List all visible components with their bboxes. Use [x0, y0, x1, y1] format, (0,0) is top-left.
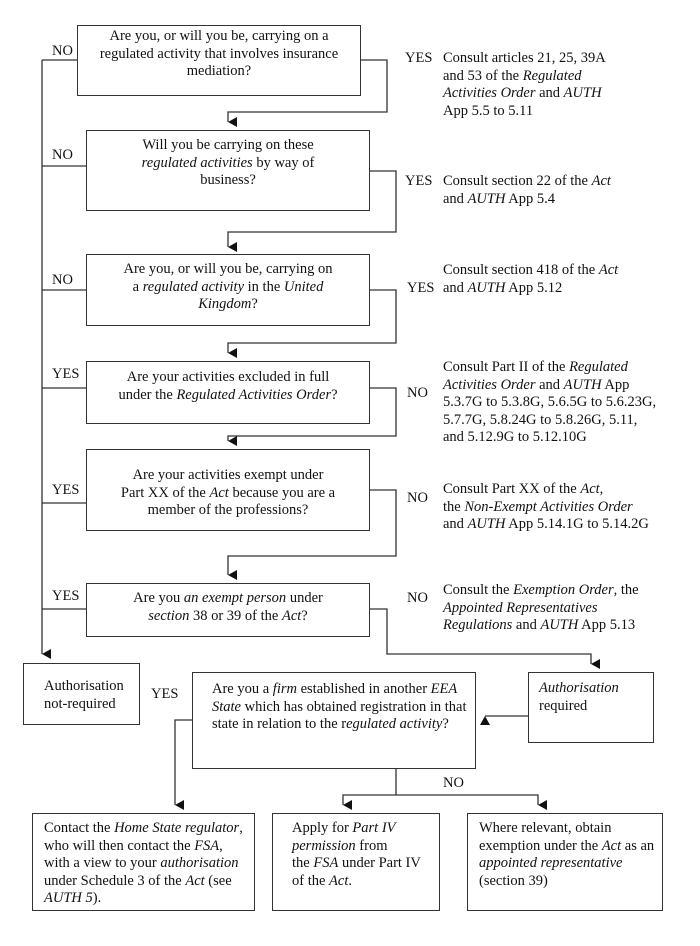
no-label: NO [443, 775, 464, 791]
guidance-note: Consult section 22 of the Act and AUTH Ap… [443, 173, 611, 207]
no-label: NO [52, 43, 73, 59]
defined-term: Regulations [443, 617, 513, 633]
outcome-text: Where relevant, obtain exemption under th… [479, 820, 655, 889]
no-label: NO [407, 490, 428, 506]
defined-term: Act [329, 872, 349, 889]
defined-term: Act [598, 262, 619, 278]
defined-term: Appointed Representatives [443, 599, 598, 616]
connector-eea-no-left [342, 794, 396, 810]
defined-term: Regulated [522, 67, 582, 84]
defined-term: AUTH [563, 376, 602, 393]
question-box-insurance-mediation: Are you, or will you be, carrying on a re… [77, 25, 361, 96]
question-text: Are your activities excluded in full unde… [118, 369, 338, 403]
defined-term: appointed representative [479, 855, 623, 871]
question-box-eea-firm: Are you a firm established in another EE… [192, 672, 476, 769]
yes-label: YES [405, 50, 433, 66]
question-box-exempt-professions: Are your activities exempt under Part XX … [86, 449, 370, 531]
defined-term: AUTH [467, 516, 506, 532]
yes-label: YES [52, 482, 80, 498]
guidance-note: Consult articles 21, 25, 39A and 53 of th… [443, 50, 606, 119]
defined-term: Exemption Order [513, 582, 614, 598]
defined-term: Home State regulator [114, 820, 240, 836]
question-text: Will you be carrying on these regulated a… [141, 137, 315, 188]
defined-term: State [212, 698, 241, 715]
defined-term: Activities Order [443, 376, 536, 393]
question-box-united-kingdom: Are you, or will you be, carrying on a re… [86, 254, 370, 326]
defined-term: Regulated Activities Order [176, 386, 332, 403]
yes-label: YES [405, 173, 433, 189]
defined-term: regulated activities [141, 154, 253, 171]
defined-term: Act [591, 173, 611, 189]
yes-label: YES [407, 280, 435, 296]
no-label: NO [52, 272, 73, 288]
no-label: NO [407, 385, 428, 401]
outcome-authorisation-not-required: Authorisation not-required [23, 663, 140, 725]
defined-term: an exempt person [183, 590, 287, 606]
no-label: NO [52, 147, 73, 163]
defined-term: egulated activity [346, 716, 443, 732]
defined-term: Part IV [352, 820, 396, 836]
outcome-part-iv-permission: Apply for Part IV permission from the FSA … [272, 813, 440, 911]
connector-eea-yes [174, 719, 192, 810]
defined-term: Act [185, 872, 205, 889]
guidance-note: Consult Part XX of the Act, the Non-Exemp… [443, 481, 649, 532]
defined-term: Act [209, 484, 229, 501]
yes-label: YES [151, 686, 179, 702]
outcome-text: Authorisation required [539, 680, 619, 714]
defined-term: EEA [430, 681, 458, 697]
defined-term: regulated activity [142, 278, 245, 295]
defined-term: Non-Exempt Activities Order [464, 498, 633, 515]
question-text: Are you, or will you be, carrying on a re… [99, 28, 339, 79]
defined-term: Kingdom [198, 296, 252, 312]
defined-term: firm [272, 681, 297, 697]
defined-term: AUTH [467, 279, 506, 296]
defined-term: Act [601, 837, 622, 854]
no-label: NO [407, 590, 428, 606]
defined-term: AUTH [563, 85, 602, 101]
outcome-text: Apply for Part IV permission from the FSA … [292, 820, 421, 889]
defined-term: United [283, 278, 324, 295]
defined-term: Act [281, 607, 302, 624]
question-text: Are you an exempt person under section 38… [133, 590, 323, 624]
defined-term: Regulated [569, 359, 628, 375]
outcome-text: Contact the Home State regulator, who wil… [44, 820, 243, 906]
guidance-note: Consult section 418 of the Act and AUTH A… [443, 262, 619, 296]
defined-term: Authorisation [539, 680, 619, 696]
question-text: Are you a firm established in another EE… [212, 681, 467, 732]
question-text: Are your activities exempt under Part XX … [120, 467, 336, 518]
defined-term: FSA [194, 837, 220, 854]
question-box-excluded-in-full: Are your activities excluded in full unde… [86, 361, 370, 424]
defined-term: AUTH 5 [44, 890, 93, 906]
yes-label: YES [52, 366, 80, 382]
question-box-exempt-person: Are you an exempt person under section 38… [86, 583, 370, 637]
question-box-by-way-of-business: Will you be carrying on these regulated a… [86, 130, 370, 211]
defined-term: authorisation [160, 855, 239, 871]
question-text: Are you, or will you be, carrying on a re… [123, 261, 333, 312]
defined-term: FSA [313, 855, 339, 871]
outcome-home-state-regulator: Contact the Home State regulator, who wil… [32, 813, 255, 911]
connector-eea-no-right [396, 794, 547, 810]
outcome-text: Authorisation not-required [44, 678, 124, 712]
guidance-note: Consult Part II of the Regulated Activiti… [443, 359, 657, 445]
defined-term: Activities Order [443, 85, 536, 101]
defined-term: section [148, 607, 190, 624]
guidance-note: Consult the Exemption Order, the Appointe… [443, 582, 639, 633]
outcome-authorisation-required: Authorisation required [528, 672, 654, 743]
defined-term: permission [292, 837, 356, 854]
defined-term: AUTH [540, 617, 579, 633]
defined-term: Act [580, 481, 600, 497]
yes-label: YES [52, 588, 80, 604]
defined-term: AUTH [467, 190, 506, 207]
outcome-appointed-representative: Where relevant, obtain exemption under th… [467, 813, 663, 911]
